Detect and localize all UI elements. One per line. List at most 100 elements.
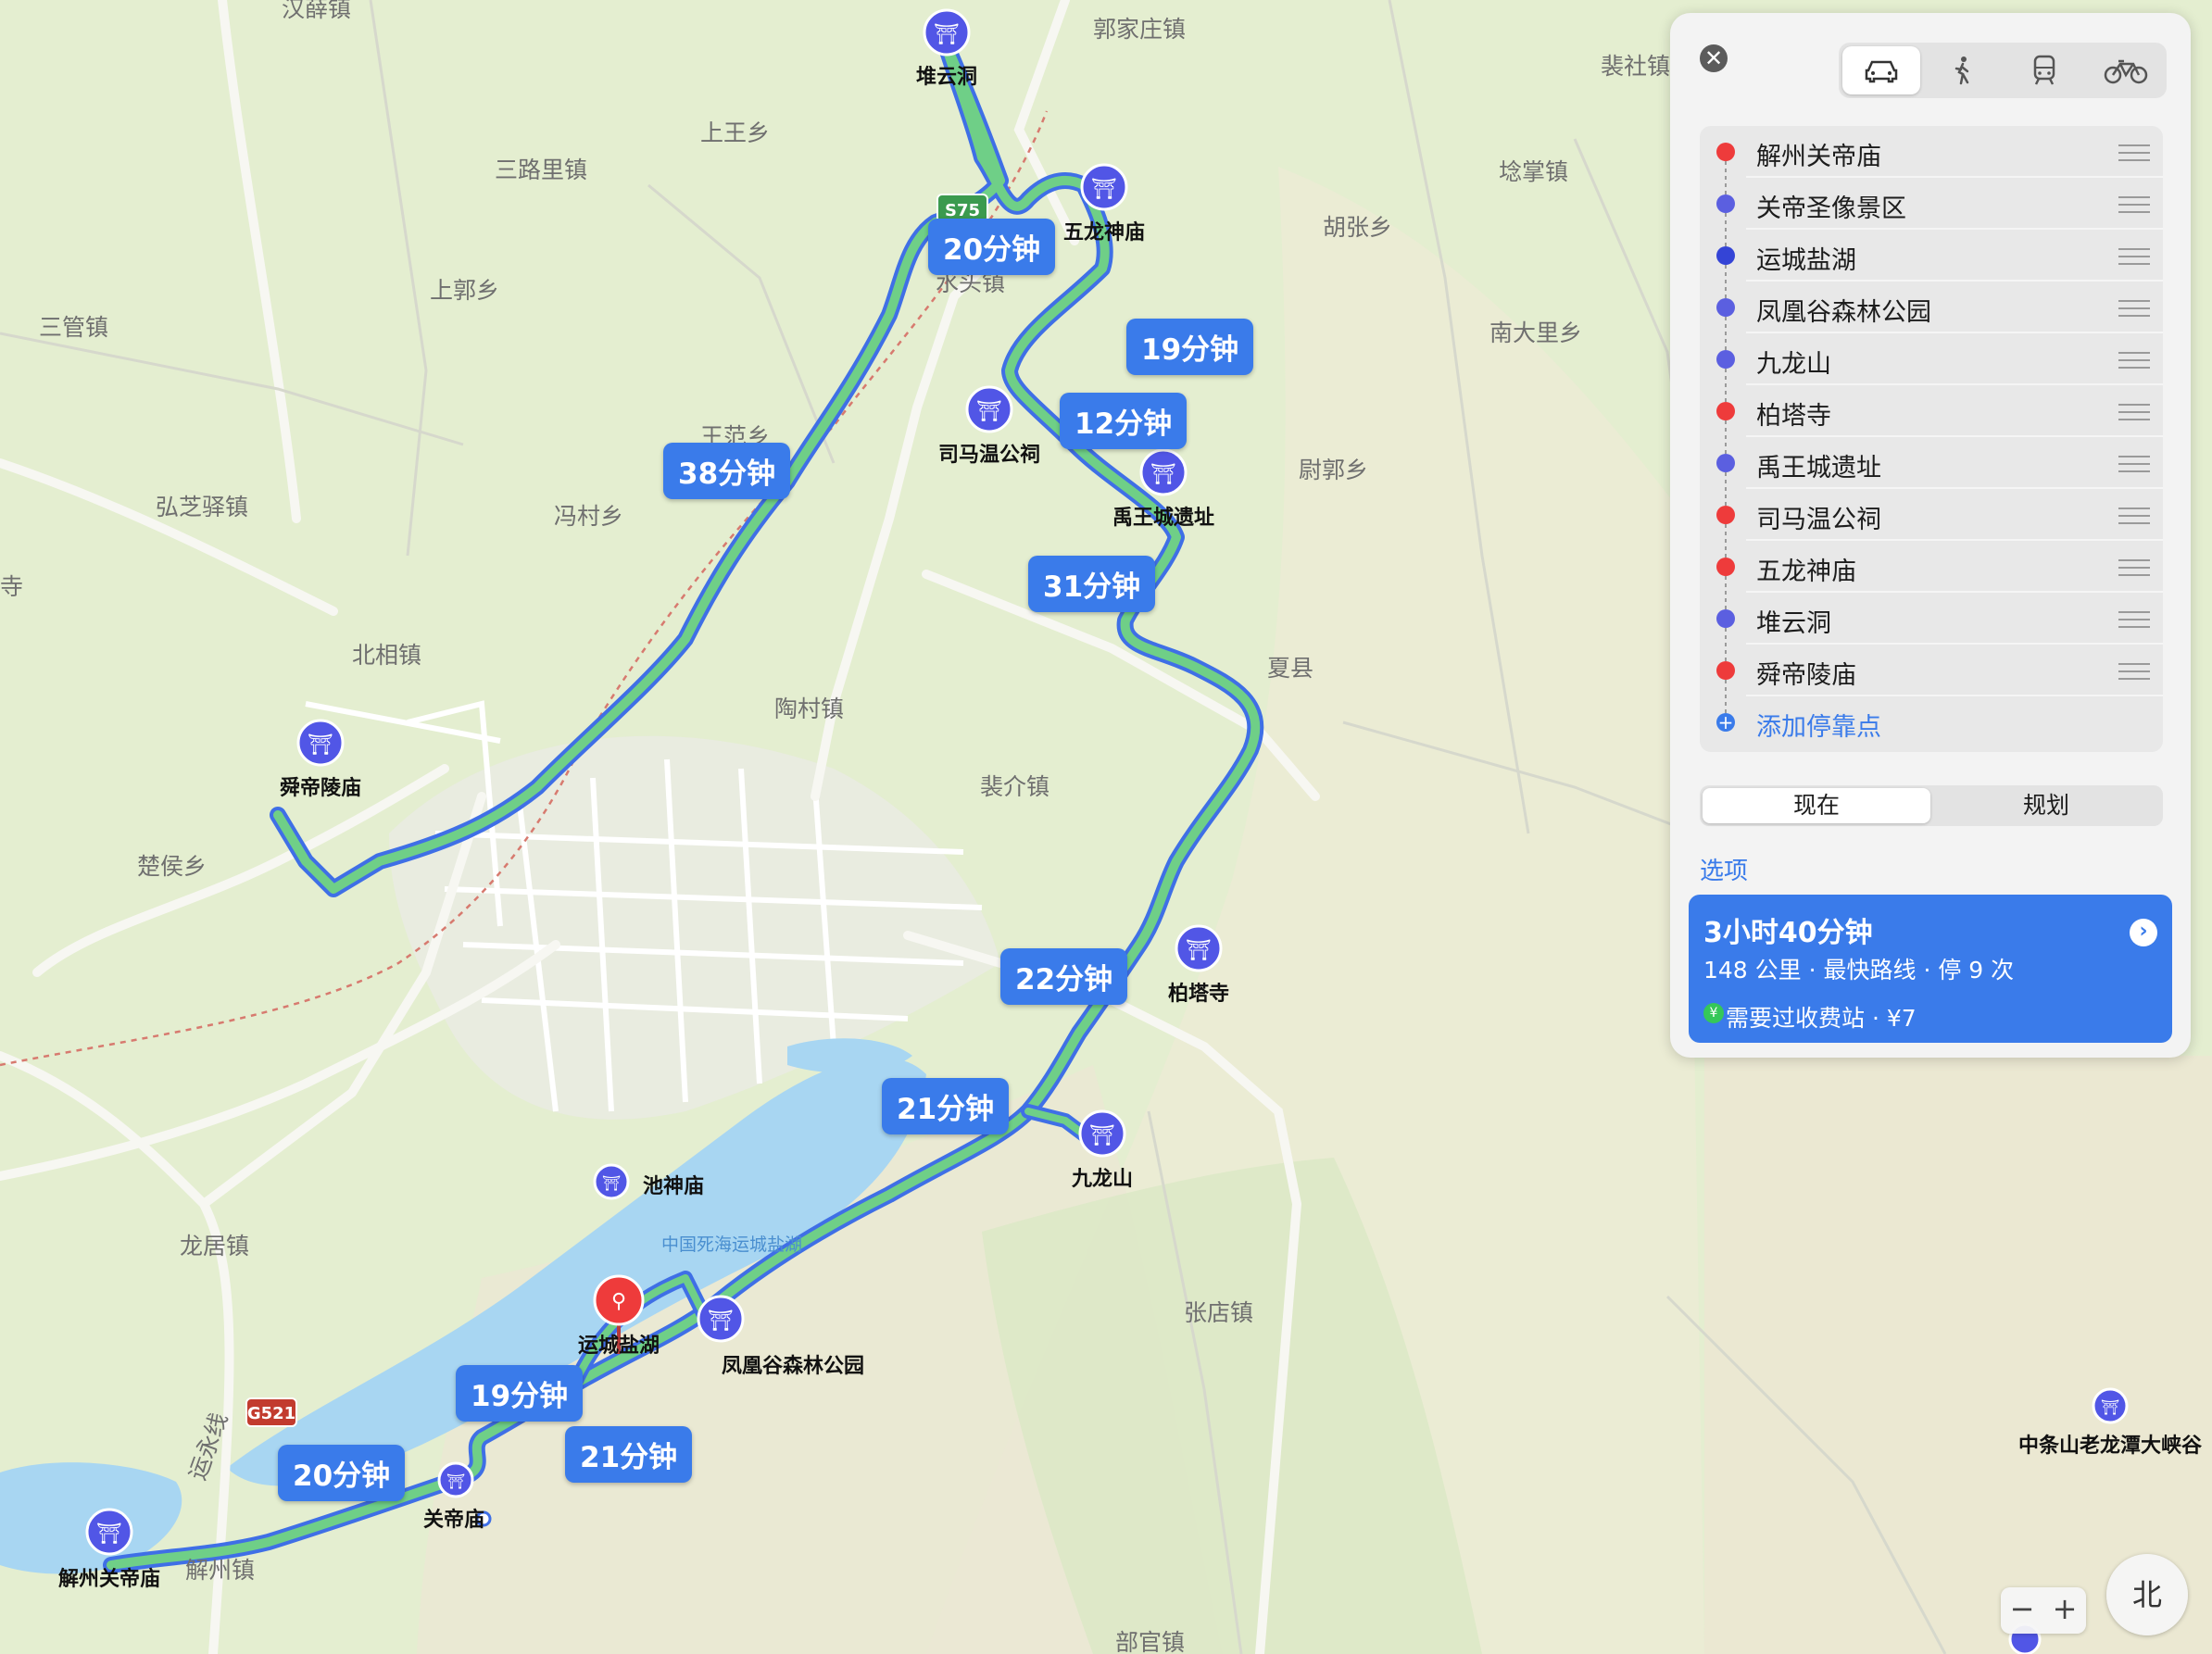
duration-badge[interactable]: 12分钟 [1060, 393, 1188, 449]
poi-label: 解州关帝庙 [58, 1567, 160, 1591]
landmark-icon [1716, 454, 1735, 472]
stop-item[interactable]: 柏塔寺 [1700, 385, 2163, 437]
duration-badge[interactable]: 22分钟 [1000, 948, 1128, 1005]
drag-handle-icon[interactable] [2118, 352, 2150, 369]
town-label: 裴介镇 [980, 773, 1049, 800]
zoom-out-button[interactable]: − [2001, 1591, 2043, 1626]
stop-list: 解州关帝庙 关帝圣像景区 运城盐湖 凤凰谷森林公园 九龙山 柏塔寺 禹王城遗址 … [1700, 126, 2163, 752]
duration-badge[interactable]: 31分钟 [1028, 556, 1156, 612]
town-label: 郭家庄镇 [1093, 16, 1186, 43]
drag-handle-icon[interactable] [2118, 404, 2150, 420]
town-label: 汉薛镇 [282, 0, 351, 22]
poi-label: 堆云洞 [916, 66, 977, 89]
duration-badge[interactable]: 21分钟 [882, 1078, 1010, 1134]
stop-item[interactable]: 司马温公祠 [1700, 489, 2163, 541]
poi-label: 运城盐湖 [578, 1334, 660, 1358]
stop-name: 五龙神庙 [1756, 558, 1856, 586]
duration-badge[interactable]: 20分钟 [928, 219, 1056, 275]
duration-badge[interactable]: 38分钟 [663, 443, 791, 499]
road-shield-s75-label: S75 [945, 201, 980, 220]
stop-name: 禹王城遗址 [1756, 454, 1881, 482]
landmark-icon: ⛩ [446, 1472, 465, 1490]
stop-item[interactable]: 堆云洞 [1700, 593, 2163, 645]
duration-badge[interactable]: 19分钟 [456, 1365, 584, 1422]
landmark-icon: ⛩ [308, 733, 333, 757]
mode-cycling[interactable] [2087, 46, 2165, 94]
mode-driving[interactable] [1842, 46, 1920, 94]
zoom-in-button[interactable]: + [2043, 1591, 2086, 1626]
duration-badge[interactable]: 21分钟 [565, 1426, 693, 1483]
duration-badge[interactable]: 19分钟 [1126, 319, 1254, 375]
add-stop-button[interactable]: + 添加停靠点 [1700, 696, 2163, 748]
town-label: 三路里镇 [495, 157, 587, 183]
landmark-icon: ⛩ [1091, 178, 1117, 201]
chevron-right-icon[interactable]: › [2130, 919, 2157, 946]
stop-name: 堆云洞 [1756, 609, 1831, 638]
drag-handle-icon[interactable] [2118, 248, 2150, 265]
stop-name: 解州关帝庙 [1756, 143, 1881, 171]
stop-name: 司马温公祠 [1756, 506, 1881, 534]
drag-handle-icon[interactable] [2118, 663, 2150, 680]
drag-handle-icon[interactable] [2118, 456, 2150, 472]
town-label: 张店镇 [1184, 1299, 1253, 1326]
town-label: 上郭乡 [430, 277, 499, 304]
drag-handle-icon[interactable] [2118, 559, 2150, 576]
drag-handle-icon[interactable] [2118, 196, 2150, 213]
pin-icon [1716, 506, 1735, 524]
stop-item[interactable]: 九龙山 [1700, 333, 2163, 385]
mode-walking[interactable] [1924, 46, 2002, 94]
tab-now[interactable]: 现在 [1703, 788, 1930, 823]
stop-item[interactable]: 舜帝陵庙 [1700, 645, 2163, 696]
landmark-icon: ⛩ [934, 23, 960, 46]
stop-name: 九龙山 [1756, 350, 1831, 379]
landmark-icon: ⛩ [1150, 463, 1176, 486]
drag-handle-icon[interactable] [2118, 300, 2150, 317]
town-label: 弘芝驿镇 [156, 494, 248, 520]
yen-icon: ¥ [1703, 1003, 1724, 1023]
town-label: 楚侯乡 [137, 853, 207, 880]
drag-handle-icon[interactable] [2118, 507, 2150, 524]
landmark-icon: ⛩ [2101, 1398, 2119, 1416]
stop-item[interactable]: 关帝圣像景区 [1700, 178, 2163, 230]
town-label: 寺 [0, 573, 23, 600]
stop-item[interactable]: 解州关帝庙 [1700, 126, 2163, 178]
town-label: 三管镇 [39, 314, 108, 341]
landmark-icon [1716, 194, 1735, 213]
route-toll: 需要过收费站 · ¥7 [1726, 1005, 1917, 1032]
landmark-icon: ⛩ [602, 1174, 621, 1192]
poi-label: 柏塔寺 [1168, 982, 1229, 1006]
options-link[interactable]: 选项 [1700, 852, 1748, 886]
compass-button[interactable]: 北 [2106, 1554, 2188, 1635]
stop-item[interactable]: 运城盐湖 [1700, 230, 2163, 282]
route-duration: 3小时40分钟 [1703, 917, 1873, 949]
route-summary-card[interactable]: 3小时40分钟 › 148 公里 · 最快路线 · 停 9 次 ¥ 需要过收费站… [1689, 895, 2172, 1043]
pin-icon [1716, 661, 1735, 680]
landmark-icon: ⛩ [96, 1522, 122, 1546]
stop-item[interactable]: 禹王城遗址 [1700, 437, 2163, 489]
road-shield-g521: G521 [245, 1397, 297, 1427]
tab-plan[interactable]: 规划 [1932, 788, 2160, 823]
town-label: 冯村乡 [554, 503, 623, 530]
bike-icon [2104, 59, 2148, 84]
town-label: 陶村镇 [774, 695, 844, 722]
pin-icon [1716, 558, 1735, 576]
transit-stop-icon [1716, 246, 1735, 265]
drag-handle-icon[interactable] [2118, 611, 2150, 628]
walk-icon [1954, 56, 1969, 85]
stop-name: 关帝圣像景区 [1756, 194, 1906, 223]
town-label: 北相镇 [352, 642, 421, 669]
transit-icon [2033, 55, 2055, 85]
poi-label: 九龙山 [1071, 1168, 1133, 1191]
poi-label: 池神庙 [643, 1174, 704, 1198]
stop-item[interactable]: 凤凰谷森林公园 [1700, 282, 2163, 333]
drag-handle-icon[interactable] [2118, 144, 2150, 161]
transport-mode-selector [1839, 43, 2167, 98]
mode-transit[interactable] [2005, 46, 2083, 94]
landmark-icon: ⛩ [1089, 1124, 1115, 1147]
close-button[interactable]: ✕ [1700, 44, 1728, 72]
duration-badge[interactable]: 20分钟 [278, 1445, 406, 1501]
pin-icon [1716, 402, 1735, 420]
poi-label: 舜帝陵庙 [280, 776, 361, 800]
stop-item[interactable]: 五龙神庙 [1700, 541, 2163, 593]
town-label: 尉郭乡 [1299, 457, 1368, 483]
